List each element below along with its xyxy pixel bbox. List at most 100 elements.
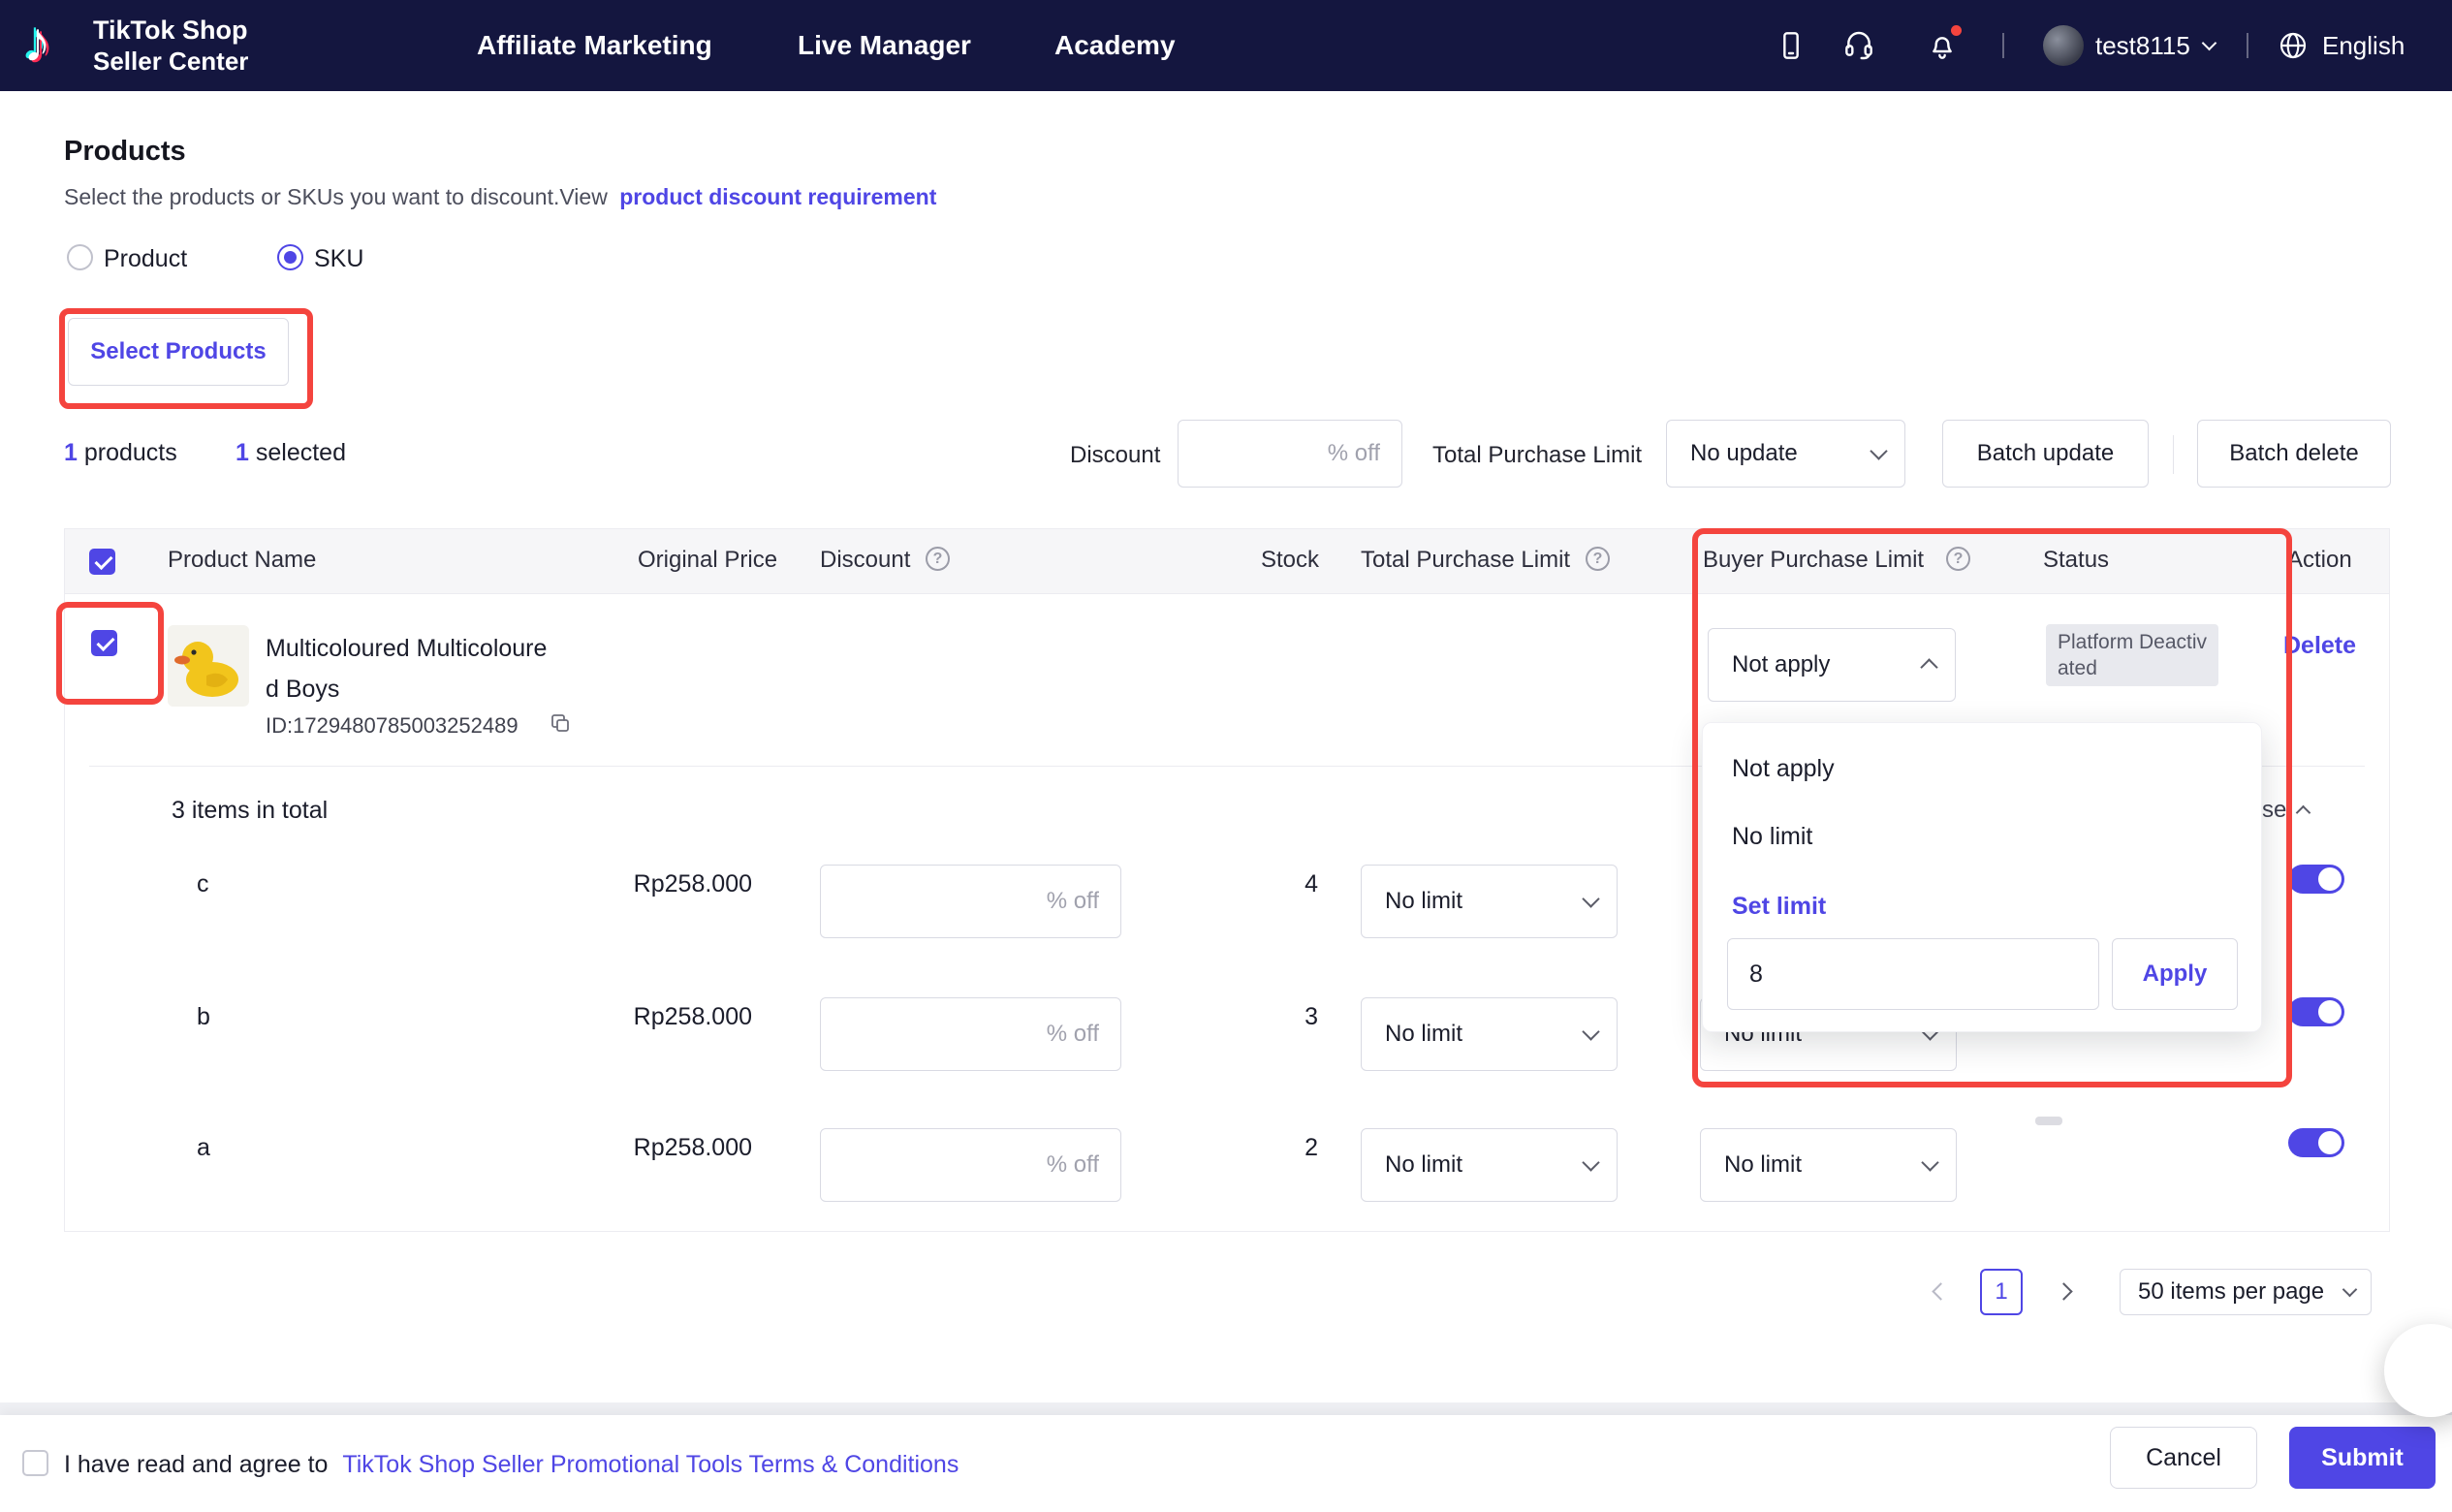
nav-live-manager[interactable]: Live Manager <box>798 0 971 91</box>
sku-buyer-limit-value: No limit <box>1724 1151 1802 1179</box>
table-header <box>64 528 2390 594</box>
nav-affiliate-marketing[interactable]: Affiliate Marketing <box>477 0 712 91</box>
select-all-checkbox[interactable] <box>89 549 115 575</box>
sku-total-limit-select[interactable]: No limit <box>1361 997 1618 1071</box>
rubber-duck-image <box>168 625 249 707</box>
sku-total-limit-value: No limit <box>1385 888 1462 915</box>
brand-line1: TikTok Shop <box>93 15 248 46</box>
pagination-prev-button[interactable] <box>1921 1272 1960 1310</box>
stray-mark <box>2035 1117 2062 1125</box>
batch-discount-input[interactable] <box>1178 420 1402 488</box>
nav-academy[interactable]: Academy <box>1054 0 1176 91</box>
col-original-price: Original Price <box>638 547 777 574</box>
sku-discount-input[interactable] <box>820 865 1121 938</box>
pagination-page-1[interactable]: 1 <box>1980 1269 2023 1315</box>
sku-buyer-limit-select[interactable]: No limit <box>1700 1128 1957 1202</box>
nav-separator <box>2002 33 2004 58</box>
products-count-label: products <box>84 439 177 466</box>
sku-stock: 3 <box>1221 1003 1318 1031</box>
discount-requirement-link[interactable]: product discount requirement <box>619 184 936 209</box>
user-menu[interactable]: test8115 <box>2095 0 2215 91</box>
sku-total-limit-select[interactable]: No limit <box>1361 865 1618 938</box>
radio-sku-label[interactable]: SKU <box>314 245 363 273</box>
sku-active-toggle[interactable] <box>2288 865 2344 894</box>
sku-total-limit-value: No limit <box>1385 1151 1462 1179</box>
chevron-right-icon <box>2055 1282 2072 1300</box>
apply-button[interactable]: Apply <box>2112 938 2238 1010</box>
buyer-limit-help-icon[interactable]: ? <box>1946 547 1970 571</box>
option-no-limit[interactable]: No limit <box>1703 804 2261 868</box>
cancel-button[interactable]: Cancel <box>2110 1427 2257 1489</box>
status-line1: Platform Deactiv <box>2058 629 2207 655</box>
page-size-value: 50 items per page <box>2138 1278 2324 1306</box>
submit-button[interactable]: Submit <box>2289 1427 2436 1489</box>
items-total-label: 3 items in total <box>172 797 328 825</box>
batch-update-button[interactable]: Batch update <box>1942 420 2149 488</box>
chevron-left-icon <box>1932 1282 1949 1300</box>
sku-active-toggle[interactable] <box>2288 997 2344 1026</box>
col-discount: Discount <box>820 547 910 574</box>
sku-discount-input[interactable] <box>820 997 1121 1071</box>
col-buyer-purchase-limit: Buyer Purchase Limit <box>1703 547 1924 574</box>
brand-wordmark: TikTok Shop Seller Center <box>93 15 248 77</box>
chevron-down-icon <box>2342 1282 2358 1298</box>
batch-discount-label: Discount <box>1070 442 1160 469</box>
globe-icon[interactable] <box>2278 30 2309 61</box>
footer-bar: I have read and agree to TikTok Shop Sel… <box>0 1415 2452 1512</box>
nav-separator <box>2247 33 2248 58</box>
col-action: Action <box>2287 547 2352 574</box>
batch-delete-button[interactable]: Batch delete <box>2197 420 2391 488</box>
chevron-down-icon <box>1582 1153 1599 1171</box>
col-product-name: Product Name <box>168 547 316 574</box>
terms-checkbox[interactable] <box>22 1450 48 1476</box>
buyer-limit-select-open[interactable]: Not apply <box>1708 628 1956 702</box>
col-stock: Stock <box>1261 547 1319 574</box>
sku-name: a <box>197 1134 210 1162</box>
notification-dot <box>1951 25 1962 36</box>
chevron-down-icon <box>2202 36 2217 51</box>
option-not-apply[interactable]: Not apply <box>1703 737 2261 801</box>
user-name: test8115 <box>2095 31 2190 61</box>
radio-product[interactable] <box>67 244 93 270</box>
selected-count-number: 1 <box>236 439 249 466</box>
chevron-up-icon <box>1920 658 1937 676</box>
pagination-next-button[interactable] <box>2044 1272 2083 1310</box>
delete-link[interactable]: Delete <box>2283 632 2356 660</box>
total-limit-help-icon[interactable]: ? <box>1586 547 1610 571</box>
chevron-down-icon <box>1582 890 1599 907</box>
brand-line2: Seller Center <box>93 46 248 77</box>
radio-sku[interactable] <box>277 244 303 270</box>
page-subtitle: Select the products or SKUs you want to … <box>64 184 936 210</box>
radio-product-label[interactable]: Product <box>104 245 187 273</box>
row-checkbox[interactable] <box>91 630 117 656</box>
buyer-limit-value: Not apply <box>1732 651 1830 678</box>
sku-stock: 2 <box>1221 1134 1318 1162</box>
terms-link[interactable]: TikTok Shop Seller Promotional Tools Ter… <box>342 1451 959 1478</box>
product-id: ID:1729480785003252489 <box>266 713 519 739</box>
set-limit-input[interactable] <box>1727 938 2099 1010</box>
status-line2: ated <box>2058 655 2207 681</box>
support-headset-icon[interactable] <box>1843 29 1874 60</box>
sku-discount-input[interactable] <box>820 1128 1121 1202</box>
language-selector[interactable]: English <box>2322 0 2405 91</box>
avatar[interactable] <box>2043 25 2084 66</box>
batch-total-limit-select[interactable]: No update <box>1666 420 1905 488</box>
option-set-limit[interactable]: Set limit <box>1703 874 2261 938</box>
sku-price: Rp258.000 <box>558 1134 752 1162</box>
top-navbar: ♪ TikTok Shop Seller Center Affiliate Ma… <box>0 0 2452 91</box>
product-name-line1: Multicoloured Multicoloure <box>266 628 547 669</box>
product-name: Multicoloured Multicoloure d Boys <box>266 628 547 709</box>
batch-total-limit-label: Total Purchase Limit <box>1432 442 1642 469</box>
sku-price: Rp258.000 <box>558 1003 752 1031</box>
sku-name: c <box>197 870 209 898</box>
selected-count-label: selected <box>256 439 346 466</box>
discount-help-icon[interactable]: ? <box>926 547 950 571</box>
select-products-button[interactable]: Select Products <box>68 318 289 386</box>
chevron-down-icon <box>1582 1023 1599 1040</box>
sku-total-limit-select[interactable]: No limit <box>1361 1128 1618 1202</box>
copy-icon[interactable] <box>549 711 572 735</box>
sku-active-toggle[interactable] <box>2288 1128 2344 1157</box>
page-size-select[interactable]: 50 items per page <box>2120 1269 2372 1315</box>
mobile-app-icon[interactable] <box>1776 30 1807 61</box>
language-label: English <box>2322 31 2405 61</box>
